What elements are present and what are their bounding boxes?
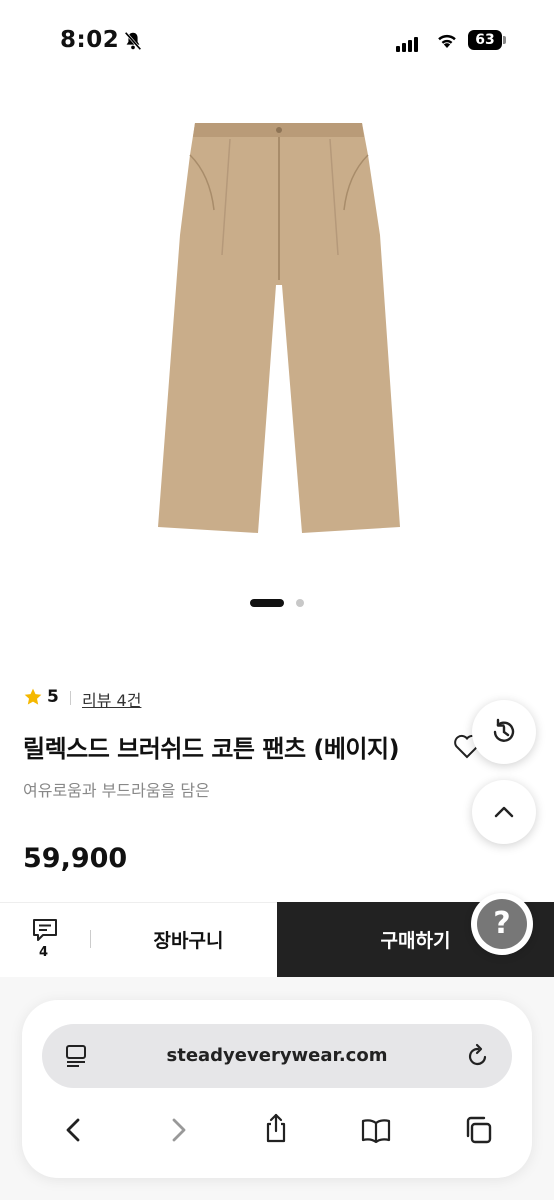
chevron-up-icon (494, 806, 514, 818)
reload-icon[interactable] (466, 1043, 490, 1069)
back-icon[interactable] (58, 1114, 90, 1146)
star-icon (24, 688, 42, 705)
scroll-top-button[interactable] (472, 780, 536, 844)
reader-icon[interactable] (64, 1043, 88, 1069)
product-price: 59,900 (23, 843, 128, 874)
tabs-icon[interactable] (462, 1114, 494, 1146)
add-to-cart-button[interactable]: 장바구니 (100, 902, 277, 977)
wifi-icon (438, 34, 456, 48)
product-title: 릴렉스드 브러쉬드 코튼 팬츠 (베이지) (23, 735, 400, 763)
carousel-dot-active[interactable] (250, 599, 284, 607)
product-image[interactable] (150, 115, 410, 545)
recent-history-button[interactable] (472, 700, 536, 764)
buybar-divider (90, 930, 91, 948)
share-icon[interactable] (260, 1112, 292, 1144)
chat-icon[interactable] (31, 917, 59, 943)
review-link[interactable]: 리뷰 4건 (82, 687, 141, 711)
rating-value: 5 (47, 687, 59, 707)
battery-tip (503, 36, 506, 44)
bookmarks-icon[interactable] (360, 1114, 392, 1146)
history-icon (493, 718, 515, 742)
help-button[interactable]: ? (471, 893, 533, 955)
product-subtitle: 여유로움과 부드라움을 담은 (23, 781, 210, 800)
signal-icon (396, 33, 420, 52)
help-icon: ? (477, 899, 527, 949)
address-bar-url[interactable]: steadyeverywear.com (42, 1024, 512, 1088)
forward-icon[interactable] (162, 1114, 194, 1146)
rating-divider (70, 691, 71, 705)
chat-count: 4 (39, 945, 49, 960)
battery-indicator: 63 (468, 30, 502, 50)
bell-off-icon (124, 31, 142, 51)
carousel-dot[interactable] (296, 599, 304, 607)
status-time: 8:02 (60, 27, 120, 53)
